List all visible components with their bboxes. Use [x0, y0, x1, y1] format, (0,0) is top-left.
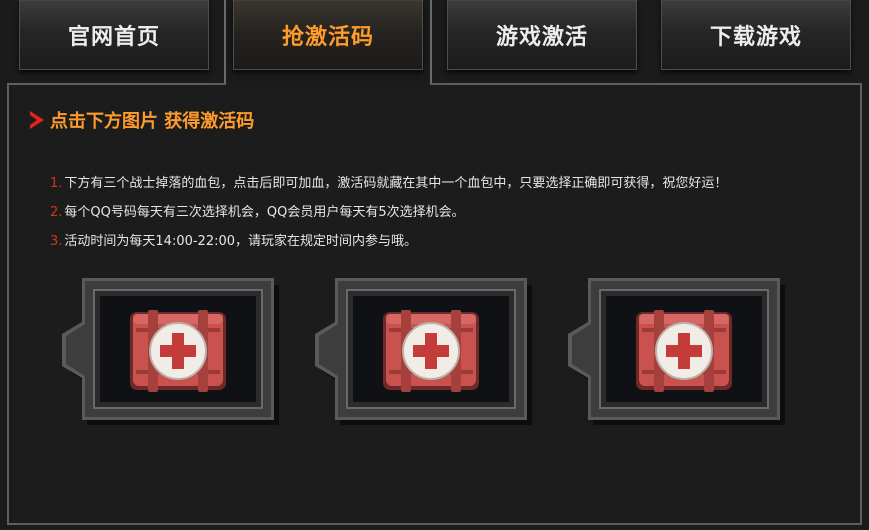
section-heading: 点击下方图片 获得激活码	[30, 107, 254, 133]
rule-number: 3.	[50, 234, 63, 249]
medkit-icon	[313, 278, 533, 426]
tab-home-label: 官网首页	[67, 24, 160, 50]
tab-grab-code-label: 抢激活码	[281, 24, 374, 50]
tab-grab-code[interactable]: 抢激活码	[233, 0, 423, 70]
medkit-card-2[interactable]	[313, 278, 533, 426]
rule-number: 1.	[50, 176, 63, 191]
arrow-right-icon	[30, 111, 44, 129]
medkit-card-1[interactable]	[60, 278, 280, 426]
tab-download-game-label: 下载游戏	[709, 24, 802, 50]
tab-download-game[interactable]: 下载游戏	[661, 0, 851, 70]
medkit-icon	[566, 278, 786, 426]
heading-text: 点击下方图片 获得激活码	[50, 111, 255, 132]
tab-activate-game[interactable]: 游戏激活	[447, 0, 637, 70]
rule-item: 2. 每个QQ号码每天有三次选择机会，QQ会员用户每天有5次选择机会。	[50, 203, 727, 232]
tab-home[interactable]: 官网首页	[19, 0, 209, 70]
medkit-card-3[interactable]	[566, 278, 786, 426]
top-nav: 官网首页 抢激活码 游戏激活 下载游戏	[0, 0, 869, 84]
rule-text: 每个QQ号码每天有三次选择机会，QQ会员用户每天有5次选择机会。	[64, 205, 465, 220]
rule-item: 3. 活动时间为每天14:00-22:00，请玩家在规定时间内参与哦。	[50, 232, 727, 261]
rule-text: 下方有三个战士掉落的血包，点击后即可加血，激活码就藏在其中一个血包中，只要选择正…	[64, 176, 728, 191]
panel-tab-joint	[226, 83, 430, 85]
rules-list: 1. 下方有三个战士掉落的血包，点击后即可加血，激活码就藏在其中一个血包中，只要选…	[50, 174, 727, 261]
rule-number: 2.	[50, 205, 63, 220]
rule-item: 1. 下方有三个战士掉落的血包，点击后即可加血，激活码就藏在其中一个血包中，只要选…	[50, 174, 727, 203]
medkit-icon	[60, 278, 280, 426]
rule-text: 活动时间为每天14:00-22:00，请玩家在规定时间内参与哦。	[64, 234, 418, 249]
tab-activate-game-label: 游戏激活	[495, 24, 588, 50]
